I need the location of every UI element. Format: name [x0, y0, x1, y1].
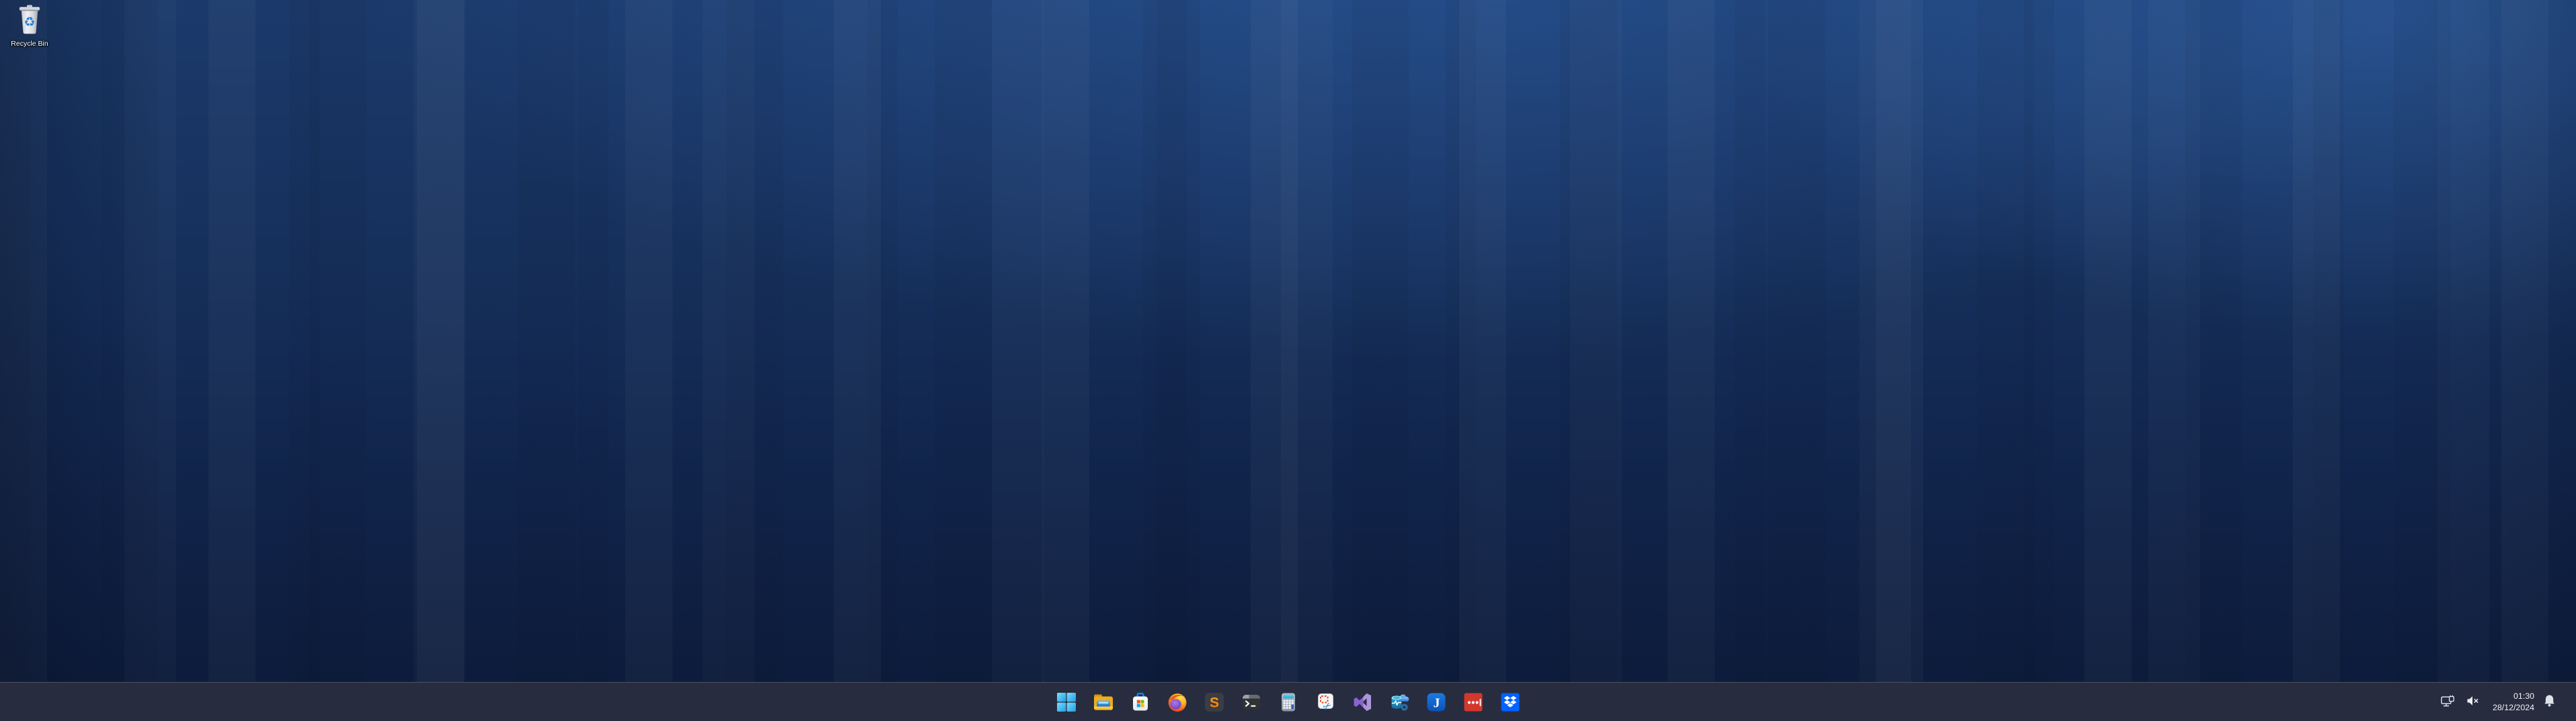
- database-cloud-gear-icon: [1389, 691, 1410, 713]
- joplin-icon: J: [1426, 691, 1447, 713]
- windows-start-icon: [1056, 691, 1077, 713]
- taskbar-clock[interactable]: 01:30 28/12/2024: [2493, 691, 2534, 712]
- network-status-button[interactable]: [2438, 693, 2458, 712]
- notification-bell-icon: [2543, 694, 2556, 710]
- firefox-button[interactable]: [1164, 689, 1191, 716]
- recycle-bin-label: Recycle Bin: [11, 40, 48, 48]
- terminal-icon: [1241, 691, 1262, 713]
- sublime-text-button[interactable]: S: [1201, 689, 1228, 716]
- visual-studio-button[interactable]: [1349, 689, 1376, 716]
- snipping-tool-icon: ✂: [1315, 691, 1336, 713]
- desktop-wallpaper: [0, 0, 2576, 721]
- clock-date: 28/12/2024: [2493, 702, 2534, 713]
- calculator-icon: [1278, 691, 1299, 713]
- dropbox-icon: [1499, 691, 1521, 713]
- system-tray: 01:30 28/12/2024: [2438, 683, 2576, 721]
- desktop-screen: ♻ Recycle Bin: [0, 0, 2576, 721]
- calculator-button[interactable]: [1275, 689, 1302, 716]
- volume-muted-icon: [2466, 695, 2480, 708]
- volume-button[interactable]: [2464, 693, 2482, 710]
- notification-center-button[interactable]: [2541, 692, 2558, 712]
- dropbox-button[interactable]: [1497, 689, 1524, 716]
- file-explorer-icon: [1093, 691, 1114, 713]
- clock-time: 01:30: [2493, 691, 2534, 701]
- svg-text:S: S: [1209, 695, 1218, 710]
- microsoft-store-button[interactable]: [1127, 689, 1154, 716]
- recycle-bin-icon: ♻: [15, 4, 44, 38]
- lastpass-icon: [1462, 691, 1484, 713]
- database-tool-button[interactable]: [1386, 689, 1413, 716]
- terminal-button[interactable]: [1238, 689, 1265, 716]
- taskbar: S: [0, 682, 2576, 721]
- svg-text:J: J: [1433, 695, 1440, 710]
- taskbar-app-icons: S: [1053, 689, 1524, 716]
- firefox-icon: [1167, 691, 1188, 713]
- visual-studio-icon: [1352, 691, 1373, 713]
- recycle-bin-shortcut[interactable]: ♻ Recycle Bin: [4, 3, 55, 49]
- file-explorer-button[interactable]: [1090, 689, 1117, 716]
- ethernet-network-icon: [2440, 695, 2456, 710]
- joplin-button[interactable]: J: [1423, 689, 1450, 716]
- sublime-text-icon: S: [1204, 691, 1225, 713]
- snipping-tool-button[interactable]: ✂: [1312, 689, 1339, 716]
- microsoft-store-icon: [1130, 691, 1151, 713]
- start-button[interactable]: [1053, 689, 1080, 716]
- svg-text:♻: ♻: [24, 15, 35, 30]
- lastpass-button[interactable]: [1460, 689, 1487, 716]
